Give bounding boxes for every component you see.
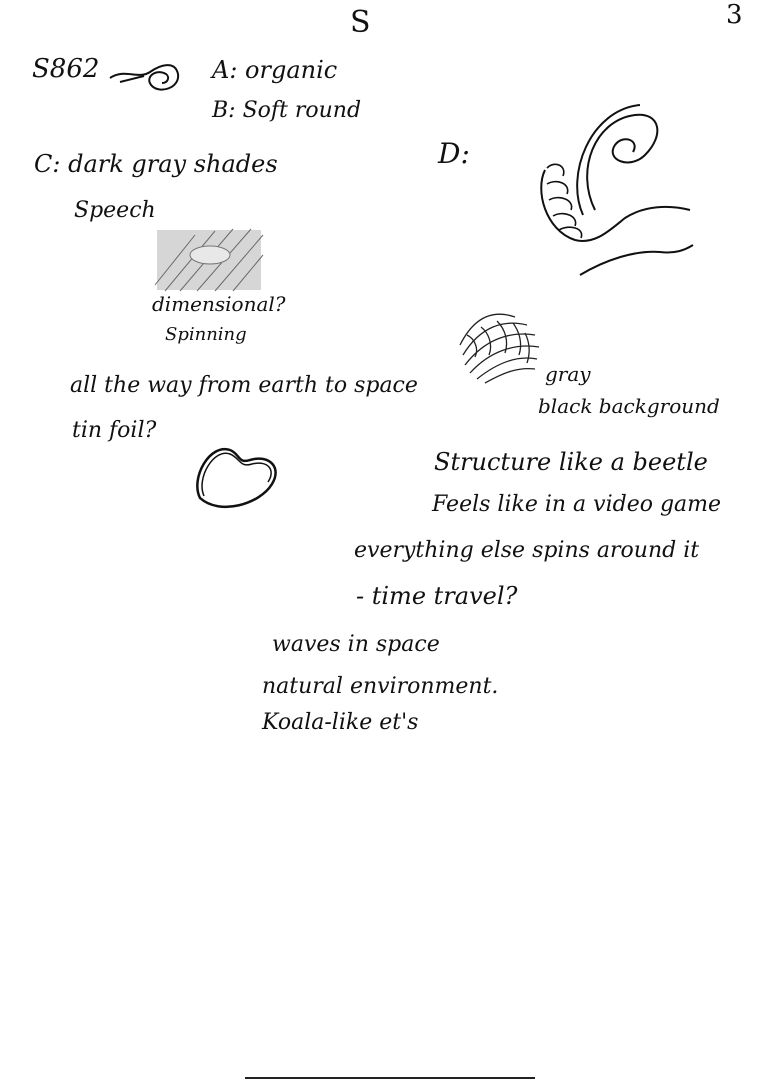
note-waves: waves in space [272, 632, 440, 657]
note-black-background: black background [538, 394, 720, 418]
note-a: A: organic [212, 56, 338, 84]
note-b: B: Soft round [212, 98, 362, 123]
swirl-sketch [109, 64, 180, 91]
note-spins-around: everything else spins around it [354, 538, 700, 563]
note-c: C: dark gray shades [34, 150, 278, 178]
fuzzy-texture-sketch [459, 313, 540, 384]
note-time-travel: - time travel? [356, 582, 518, 610]
hand-curl-sketch [540, 104, 694, 276]
note-d: D: [438, 137, 470, 170]
note-structure: Structure like a beetle [434, 448, 708, 476]
note-speech: Speech [74, 198, 156, 223]
bottom-edge-line [245, 1077, 535, 1079]
note-environment: natural environment. [262, 674, 499, 699]
note-earth-to-space: all the way from earth to space [70, 373, 418, 398]
gray-shaded-sketch [154, 228, 264, 292]
note-spinning: Spinning [165, 324, 247, 345]
header-letter: S [350, 5, 371, 40]
note-video-game: Feels like in a video game [432, 492, 722, 517]
note-dimensional: dimensional? [152, 292, 286, 316]
sketch-id: S862 [32, 54, 100, 84]
page-number: 3 [726, 0, 743, 30]
note-koala: Koala-like et's [262, 710, 419, 735]
note-gray: gray [545, 362, 591, 386]
note-tin-foil: tin foil? [72, 418, 157, 443]
blob-sketch [196, 447, 277, 508]
